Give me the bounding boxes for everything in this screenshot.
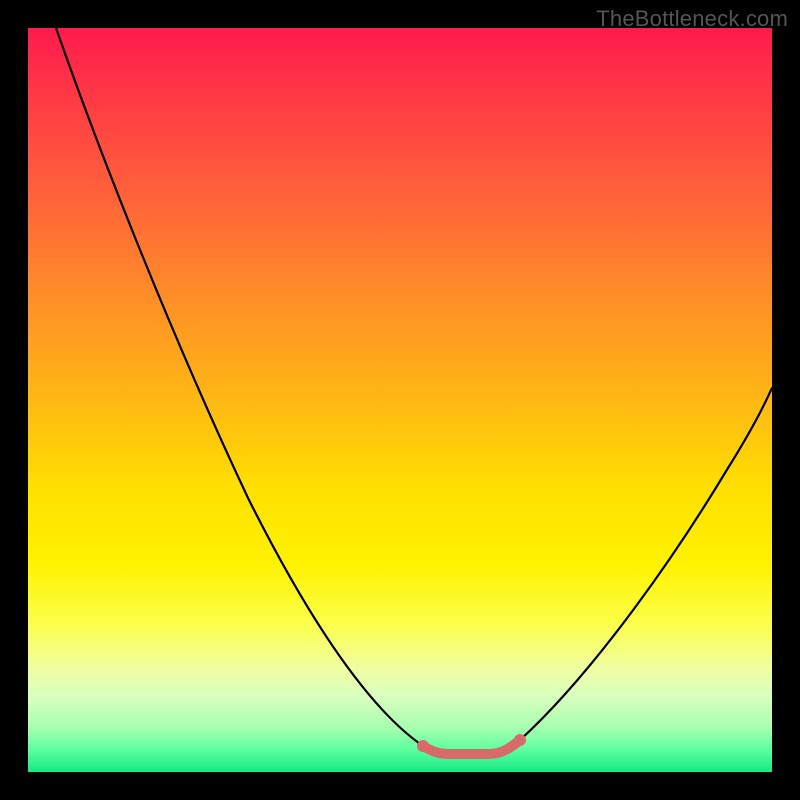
valley-marker-dot-right (514, 734, 526, 746)
chart-frame: TheBottleneck.com (0, 0, 800, 800)
bottleneck-curve (56, 28, 772, 754)
curve-layer (28, 28, 772, 772)
plot-area (28, 28, 772, 772)
watermark-text: TheBottleneck.com (596, 6, 788, 32)
valley-marker (423, 740, 520, 754)
valley-marker-dot-left (417, 740, 429, 752)
